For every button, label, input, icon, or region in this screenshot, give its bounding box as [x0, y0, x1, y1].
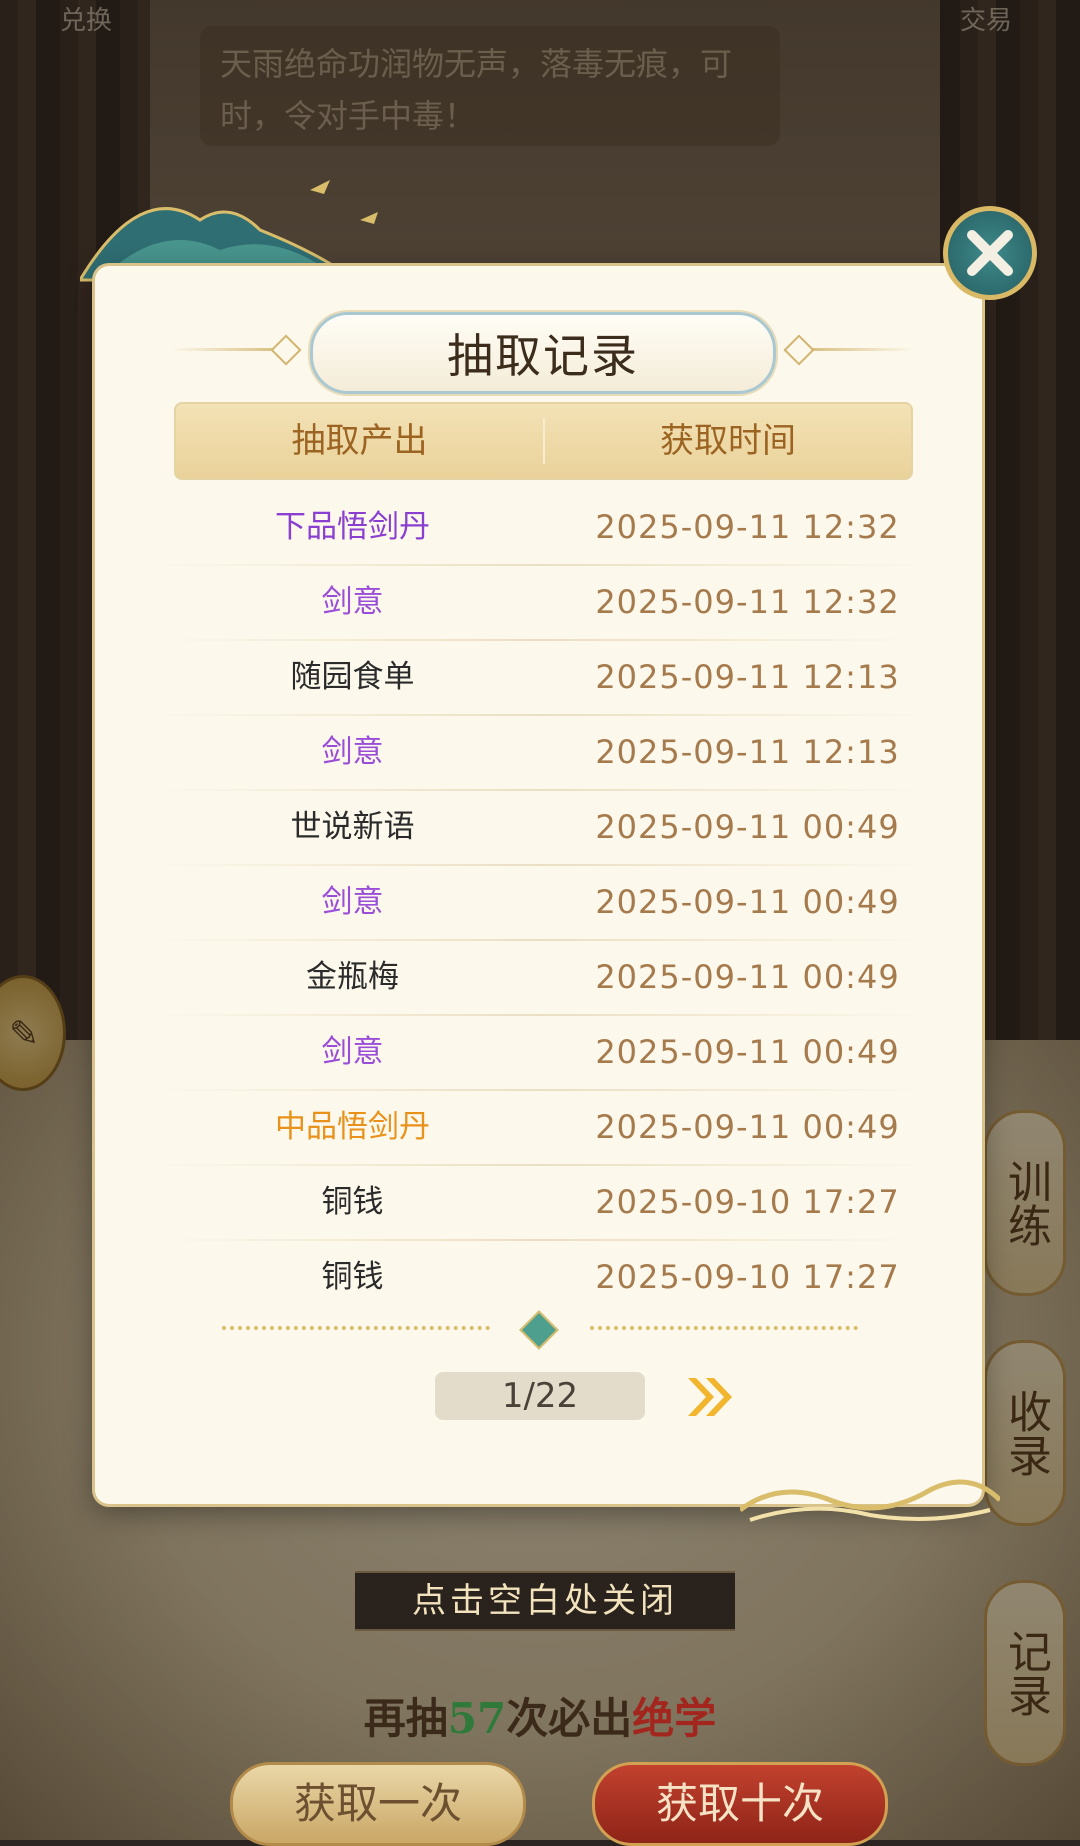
record-item-name: 剑意 [321, 1034, 384, 1070]
record-item-name: 铜钱 [321, 1259, 384, 1295]
record-time: 2025-09-10 17:27 [595, 1183, 900, 1221]
table-row: 金瓶梅 2025-09-11 00:49 [145, 940, 935, 1015]
record-time: 2025-09-10 17:27 [595, 1258, 900, 1296]
record-item-name: 金瓶梅 [306, 959, 399, 995]
pity-count: 57 [447, 1694, 507, 1743]
pity-reward: 绝学 [632, 1694, 717, 1743]
record-time: 2025-09-11 12:32 [595, 583, 900, 621]
record-item-name: 下品悟剑丹 [275, 509, 430, 545]
table-row: 剑意 2025-09-11 12:32 [145, 565, 935, 640]
table-row: 下品悟剑丹 2025-09-11 12:32 [145, 490, 935, 565]
record-time: 2025-09-11 00:49 [595, 883, 900, 921]
table-header: 抽取产出 获取时间 [174, 402, 913, 480]
dotted-divider-left [222, 1326, 490, 1330]
modal-title-plaque: 抽取记录 [310, 312, 776, 394]
pity-prefix: 再抽 [363, 1694, 448, 1743]
table-row: 中品悟剑丹 2025-09-11 00:49 [145, 1090, 935, 1165]
record-item-name: 剑意 [321, 884, 384, 920]
record-time: 2025-09-11 12:13 [595, 658, 900, 696]
table-row: 世说新语 2025-09-11 00:49 [145, 790, 935, 865]
column-header-time: 获取时间 [660, 421, 796, 461]
record-item-name: 剑意 [321, 734, 384, 770]
pity-middle: 次必出 [506, 1694, 633, 1743]
dotted-divider-right [590, 1326, 858, 1330]
close-button[interactable] [943, 206, 1037, 300]
close-x-icon [967, 230, 1013, 276]
record-item-name: 剑意 [321, 584, 384, 620]
table-row: 铜钱 2025-09-10 17:27 [145, 1165, 935, 1240]
table-row: 剑意 2025-09-11 12:13 [145, 715, 935, 790]
record-item-name: 铜钱 [321, 1184, 384, 1220]
draw-once-button[interactable]: 获取一次 [230, 1762, 526, 1846]
page-indicator: 1/22 [435, 1372, 645, 1420]
record-time: 2025-09-11 00:49 [595, 808, 900, 846]
record-time: 2025-09-11 12:32 [595, 508, 900, 546]
record-time: 2025-09-11 00:49 [595, 958, 900, 996]
table-row: 随园食单 2025-09-11 12:13 [145, 640, 935, 715]
cloud-wave-decoration-icon [740, 1479, 1000, 1522]
close-hint: 点击空白处关闭 [355, 1571, 735, 1631]
modal-title: 抽取记录 [447, 329, 639, 383]
record-time: 2025-09-11 12:13 [595, 733, 900, 771]
record-time: 2025-09-11 00:49 [595, 1033, 900, 1071]
record-item-name: 中品悟剑丹 [275, 1109, 430, 1145]
double-chevron-right-icon[interactable] [684, 1372, 738, 1422]
record-time: 2025-09-11 00:49 [595, 1108, 900, 1146]
record-item-name: 世说新语 [290, 809, 415, 845]
column-header-item: 抽取产出 [291, 421, 428, 461]
table-row: 铜钱 2025-09-10 17:27 [145, 1240, 935, 1315]
draw-ten-button[interactable]: 获取十次 [592, 1762, 888, 1846]
table-row: 剑意 2025-09-11 00:49 [145, 865, 935, 940]
table-row: 剑意 2025-09-11 00:49 [145, 1015, 935, 1090]
pity-counter: 再抽57次必出绝学 [0, 1685, 1080, 1746]
record-item-name: 随园食单 [290, 659, 415, 695]
